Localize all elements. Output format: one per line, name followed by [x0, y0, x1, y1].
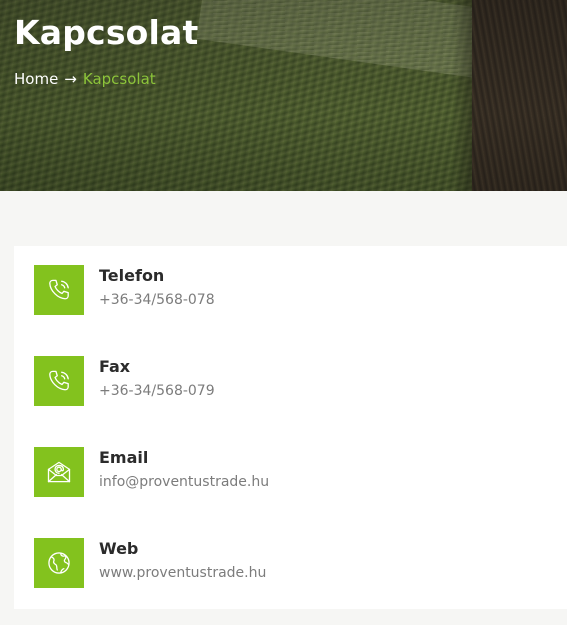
- hero-banner: Kapcsolat Home → Kapcsolat: [0, 0, 567, 191]
- contact-item-value[interactable]: +36-34/568-078: [99, 292, 215, 308]
- contact-item-email: Email info@proventustrade.hu: [34, 447, 554, 497]
- contact-item-title: Telefon: [99, 266, 165, 285]
- breadcrumb-current: Kapcsolat: [82, 70, 156, 88]
- contact-item-title: Fax: [99, 357, 131, 376]
- breadcrumb-home-link[interactable]: Home: [14, 70, 58, 88]
- breadcrumb: Home → Kapcsolat: [14, 70, 156, 88]
- globe-icon: [34, 538, 84, 588]
- breadcrumb-separator: →: [64, 70, 77, 88]
- contact-card: Telefon +36-34/568-078 Fax +36-34/568-07…: [14, 246, 567, 609]
- page-title: Kapcsolat: [14, 13, 199, 52]
- contact-item-value[interactable]: +36-34/568-079: [99, 383, 215, 399]
- envelope-icon: [34, 447, 84, 497]
- contact-item-title: Web: [99, 539, 139, 558]
- phone-icon: [34, 265, 84, 315]
- contact-item-fax: Fax +36-34/568-079: [34, 356, 554, 406]
- contact-item-phone: Telefon +36-34/568-078: [34, 265, 554, 315]
- contact-item-value[interactable]: info@proventustrade.hu: [99, 474, 269, 490]
- contact-item-value[interactable]: www.proventustrade.hu: [99, 565, 266, 581]
- contact-item-web: Web www.proventustrade.hu: [34, 538, 554, 588]
- contact-item-title: Email: [99, 448, 149, 467]
- phone-icon: [34, 356, 84, 406]
